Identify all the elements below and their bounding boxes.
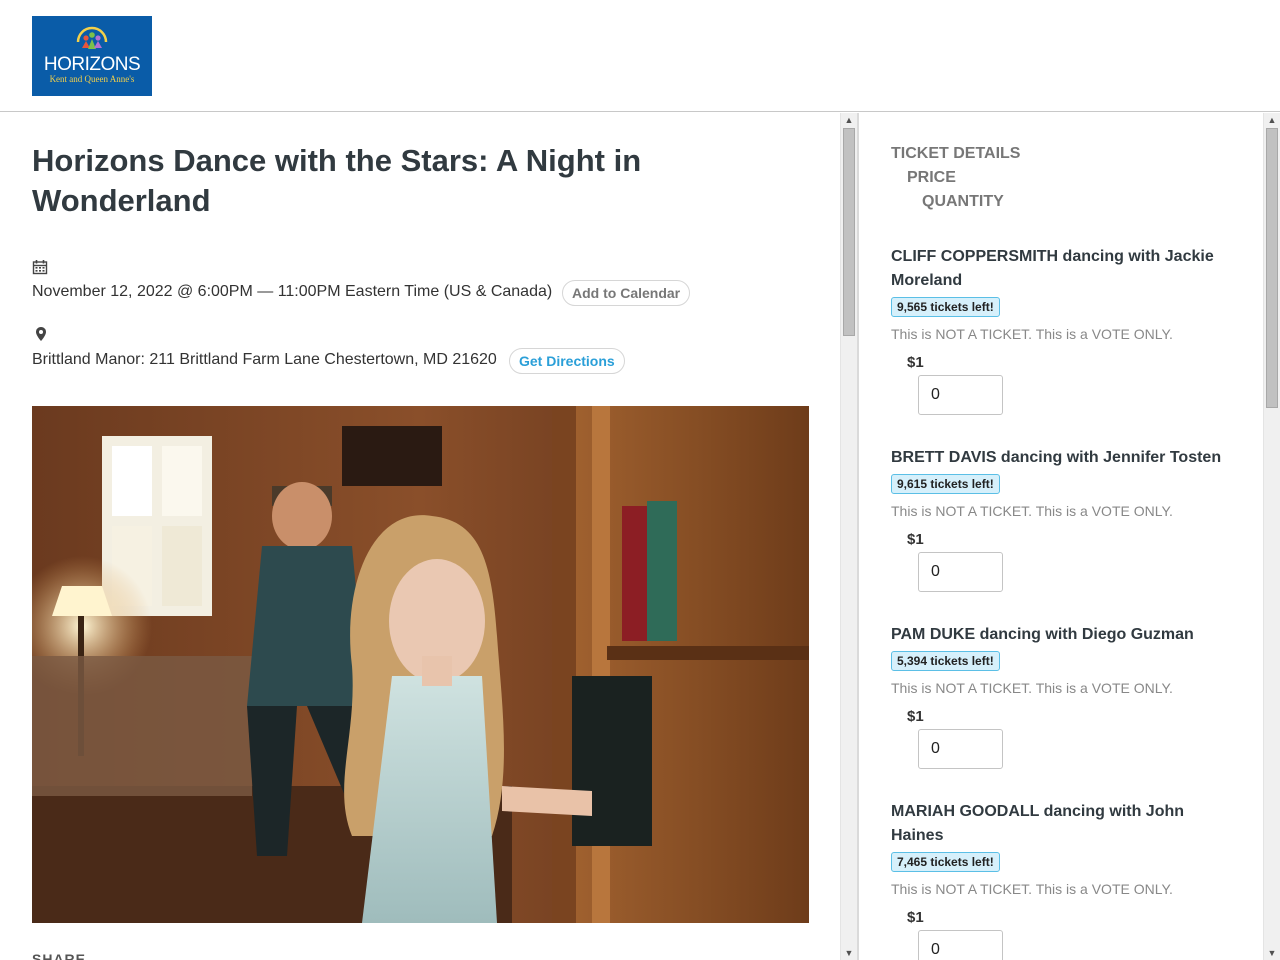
tickets-left-badge: 7,465 tickets left!	[891, 852, 1000, 872]
tickets-left-badge: 9,565 tickets left!	[891, 297, 1000, 317]
calendar-icon	[32, 259, 48, 280]
ticket-details-header: TICKET DETAILS	[891, 145, 1021, 162]
scroll-up-arrow-icon[interactable]: ▲	[1267, 114, 1277, 126]
ticket-name: CLIFF COPPERSMITH dancing with Jackie Mo…	[891, 248, 1214, 289]
logo-figures-icon	[76, 26, 108, 49]
ticket-item: BRETT DAVIS dancing with Jennifer Tosten…	[891, 446, 1231, 592]
main-scrollbar-thumb[interactable]	[843, 128, 855, 336]
map-pin-icon	[35, 326, 47, 347]
ticket-price: $1	[907, 354, 924, 371]
horizons-logo[interactable]: HORIZONS Kent and Queen Anne's	[32, 16, 152, 96]
scroll-up-arrow-icon[interactable]: ▲	[844, 114, 854, 126]
ticket-price: $1	[907, 531, 924, 548]
ticket-panel-scrollbar[interactable]: ▲ ▼	[1263, 113, 1280, 960]
tickets-left-badge: 5,394 tickets left!	[891, 651, 1000, 671]
add-to-calendar-button[interactable]: Add to Calendar	[562, 280, 691, 306]
ticket-panel: TICKET DETAILS PRICE QUANTITY CLIFF COPP…	[859, 113, 1263, 960]
tickets-left-badge: 9,615 tickets left!	[891, 474, 1000, 494]
quantity-input[interactable]: 0	[918, 552, 1003, 592]
ticket-item: PAM DUKE dancing with Diego Guzman 5,394…	[891, 623, 1231, 769]
site-header: HORIZONS Kent and Queen Anne's	[0, 0, 1280, 112]
logo-title: HORIZONS	[43, 54, 141, 75]
ticket-note: This is NOT A TICKET. This is a VOTE ONL…	[891, 680, 1173, 696]
ticket-item: CLIFF COPPERSMITH dancing with Jackie Mo…	[891, 245, 1231, 415]
ticket-price: $1	[907, 708, 924, 725]
share-label: SHARE	[32, 951, 87, 960]
ticket-item: MARIAH GOODALL dancing with John Haines …	[891, 800, 1231, 960]
get-directions-button[interactable]: Get Directions	[509, 348, 625, 374]
main-scrollbar[interactable]: ▲ ▼	[840, 113, 857, 960]
ticket-name: PAM DUKE dancing with Diego Guzman	[891, 626, 1194, 643]
quantity-input[interactable]: 0	[918, 375, 1003, 415]
quantity-header: QUANTITY	[922, 193, 1004, 210]
logo-subtitle: Kent and Queen Anne's	[49, 74, 135, 84]
ticket-scrollbar-thumb[interactable]	[1266, 128, 1278, 408]
ticket-note: This is NOT A TICKET. This is a VOTE ONL…	[891, 881, 1173, 897]
scroll-down-arrow-icon[interactable]: ▼	[844, 947, 854, 959]
ticket-note: This is NOT A TICKET. This is a VOTE ONL…	[891, 326, 1173, 342]
event-address: Brittland Manor: 211 Brittland Farm Lane…	[32, 351, 497, 368]
ticket-note: This is NOT A TICKET. This is a VOTE ONL…	[891, 503, 1173, 519]
event-date: November 12, 2022 @ 6:00PM — 11:00PM Eas…	[32, 283, 553, 300]
ticket-name: MARIAH GOODALL dancing with John Haines	[891, 803, 1185, 844]
scroll-down-arrow-icon[interactable]: ▼	[1267, 947, 1277, 959]
quantity-input[interactable]: 0	[918, 930, 1003, 960]
price-header: PRICE	[907, 169, 956, 186]
event-title: Horizons Dance with the Stars: A Night i…	[32, 143, 642, 218]
event-photo	[32, 406, 809, 923]
quantity-input[interactable]: 0	[918, 729, 1003, 769]
ticket-name: BRETT DAVIS dancing with Jennifer Tosten	[891, 449, 1222, 466]
event-details-panel: Horizons Dance with the Stars: A Night i…	[0, 113, 840, 960]
ticket-price: $1	[907, 909, 924, 926]
